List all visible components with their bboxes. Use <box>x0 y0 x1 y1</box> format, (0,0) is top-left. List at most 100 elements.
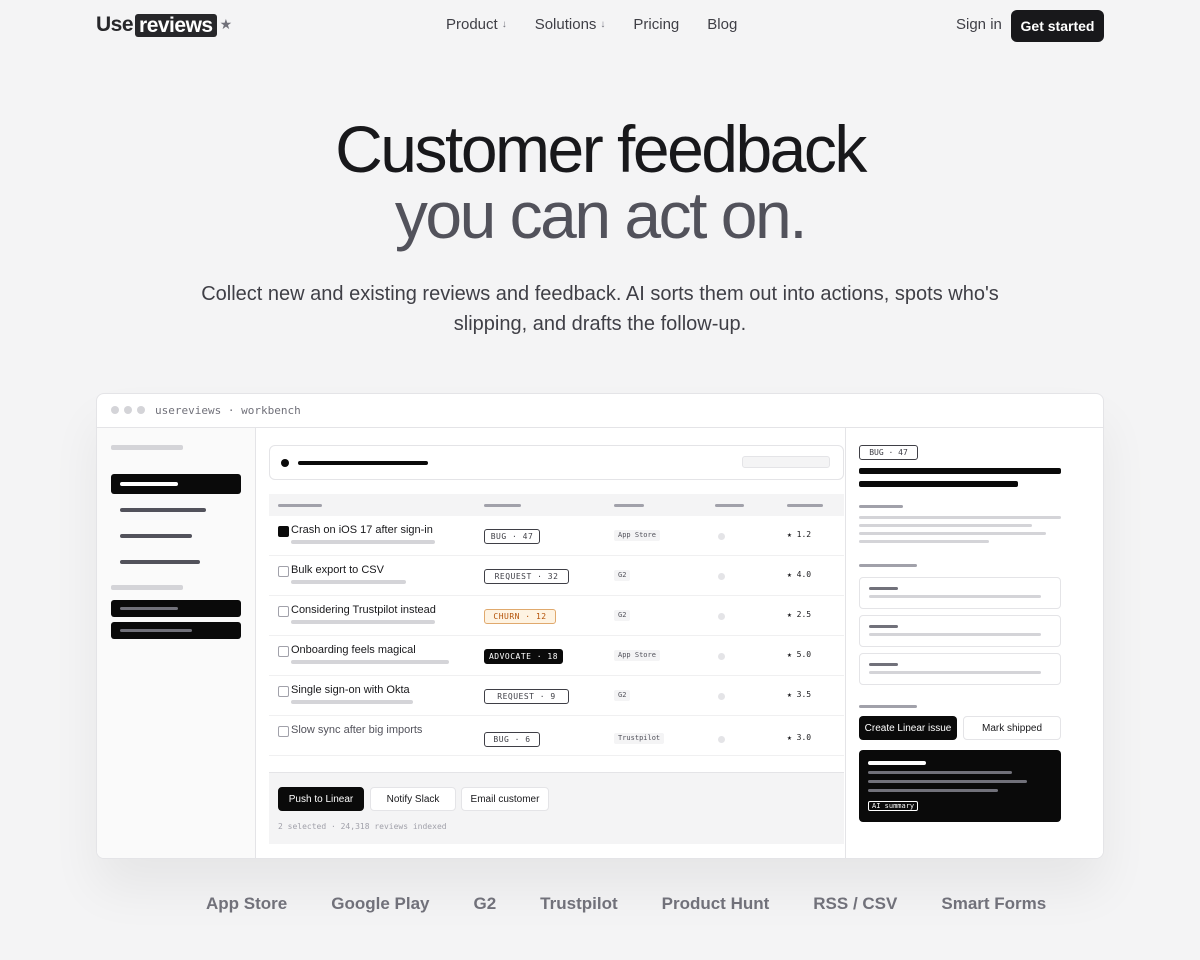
ai-summary-chip: AI summary <box>868 801 919 811</box>
row-snippet <box>291 540 435 544</box>
menu-item-pricing[interactable]: Pricing <box>633 16 679 33</box>
logo[interactable]: Use reviews ★ <box>96 13 232 37</box>
similar-review-card[interactable] <box>859 577 1061 609</box>
row-checkbox[interactable] <box>278 646 289 657</box>
row-source: G2 <box>614 610 631 621</box>
menu-item-solutions[interactable]: Solutions ↓ <box>535 16 606 33</box>
window-titlebar: usereviews · workbench <box>97 394 1103 428</box>
card-text <box>869 633 1041 636</box>
source-smart-forms: Smart Forms <box>941 894 1047 913</box>
row-tag: BUG · 6 <box>484 732 540 747</box>
sidebar <box>97 428 256 858</box>
row-snippet <box>291 660 449 664</box>
row-rating: ★ 2.5 <box>787 610 812 619</box>
hero-title-line1: Customer feedback <box>335 112 867 186</box>
card-text <box>869 671 1041 674</box>
card-label <box>869 663 898 666</box>
detail-title-line <box>859 468 1061 474</box>
review-list-panel: Crash on iOS 17 after sign-in BUG · 47 A… <box>256 428 846 858</box>
ai-summary-line <box>868 780 1027 783</box>
row-tag: REQUEST · 9 <box>484 689 569 704</box>
table-row[interactable]: Slow sync after big imports BUG · 6 Trus… <box>269 716 844 756</box>
source-app-store: App Store <box>206 894 288 913</box>
row-status-dot <box>718 653 725 660</box>
get-started-button[interactable]: Get started <box>1011 10 1104 42</box>
section-heading <box>859 564 917 567</box>
text-line <box>859 524 1032 527</box>
table-row[interactable]: Single sign-on with Okta REQUEST · 9 G2 … <box>269 676 844 716</box>
source-trustpilot: Trustpilot <box>540 894 618 913</box>
row-status-dot <box>718 533 725 540</box>
hero-title-line2: you can act on. <box>394 178 808 252</box>
row-title: Onboarding feels magical <box>291 644 416 656</box>
row-checkbox[interactable] <box>278 606 289 617</box>
email-customer-button[interactable]: Email customer <box>461 787 549 811</box>
row-tag: REQUEST · 32 <box>484 569 569 584</box>
section-heading <box>859 505 903 508</box>
menu-item-blog[interactable]: Blog <box>707 16 737 33</box>
row-snippet <box>291 700 413 704</box>
detail-tag: BUG · 47 <box>859 445 918 460</box>
search-query <box>298 461 428 465</box>
selection-status: 2 selected · 24,318 reviews indexed <box>278 822 447 831</box>
row-source: G2 <box>614 570 631 581</box>
bulk-action-bar: Push to Linear Notify Slack Email custom… <box>269 772 844 844</box>
signin-link[interactable]: Sign in <box>956 16 1002 33</box>
row-rating: ★ 3.0 <box>787 733 812 742</box>
row-rating: ★ 3.5 <box>787 690 812 699</box>
sidebar-item-active[interactable] <box>111 474 241 494</box>
ai-summary-box: AI summary <box>859 750 1061 822</box>
row-checkbox[interactable] <box>278 686 289 697</box>
card-text <box>869 595 1041 598</box>
row-tag: BUG · 47 <box>484 529 540 544</box>
search-filter-chip[interactable] <box>742 456 830 468</box>
table-row[interactable]: Bulk export to CSV REQUEST · 32 G2 ★ 4.0 <box>269 556 844 596</box>
menu-label: Solutions <box>534 16 597 33</box>
row-status-dot <box>718 573 725 580</box>
row-snippet <box>291 620 435 624</box>
column-header <box>484 504 521 507</box>
notify-slack-button[interactable]: Notify Slack <box>370 787 456 811</box>
similar-review-card[interactable] <box>859 615 1061 647</box>
detail-panel: BUG · 47 Create Linear issue Mark shippe… <box>845 428 1103 858</box>
sidebar-heading <box>111 445 183 450</box>
text-line <box>859 516 1061 519</box>
window-dot <box>111 406 119 414</box>
mark-shipped-button[interactable]: Mark shipped <box>963 716 1061 740</box>
text-line <box>859 532 1046 535</box>
column-header <box>715 504 744 507</box>
create-linear-issue-button[interactable]: Create Linear issue <box>859 716 957 740</box>
row-title: Slow sync after big imports <box>291 724 423 736</box>
table-row[interactable]: Crash on iOS 17 after sign-in BUG · 47 A… <box>269 516 844 556</box>
card-label <box>869 587 898 590</box>
row-rating: ★ 5.0 <box>787 650 812 659</box>
row-title: Bulk export to CSV <box>291 564 384 576</box>
text-line <box>859 540 989 543</box>
table-row[interactable]: Onboarding feels magical ADVOCATE · 18 A… <box>269 636 844 676</box>
row-checkbox[interactable] <box>278 726 289 737</box>
workbench-window: usereviews · workbench Crash on iOS 17 a… <box>96 393 1104 859</box>
sidebar-item[interactable] <box>120 508 206 512</box>
row-checkbox[interactable] <box>278 566 289 577</box>
search-input[interactable] <box>269 445 844 480</box>
sidebar-item-label <box>120 607 178 610</box>
menu-item-product[interactable]: Product ↓ <box>446 16 507 33</box>
table-row[interactable]: Considering Trustpilot instead CHURN · 1… <box>269 596 844 636</box>
star-icon: ★ <box>219 15 233 32</box>
chevron-down-icon: ↓ <box>600 19 606 30</box>
sidebar-item-dark[interactable] <box>111 622 241 639</box>
sidebar-item[interactable] <box>120 560 200 564</box>
ai-summary-line <box>868 789 998 792</box>
row-tag: ADVOCATE · 18 <box>484 649 563 664</box>
similar-review-card[interactable] <box>859 653 1061 685</box>
row-checkbox[interactable] <box>278 526 289 537</box>
column-header <box>614 504 644 507</box>
push-to-linear-button[interactable]: Push to Linear <box>278 787 364 811</box>
row-source: Trustpilot <box>614 733 665 744</box>
row-title: Single sign-on with Okta <box>291 684 410 696</box>
window-dot <box>124 406 132 414</box>
row-source: G2 <box>614 690 631 701</box>
sidebar-item-dark[interactable] <box>111 600 241 617</box>
sidebar-heading <box>111 585 183 590</box>
sidebar-item[interactable] <box>120 534 192 538</box>
